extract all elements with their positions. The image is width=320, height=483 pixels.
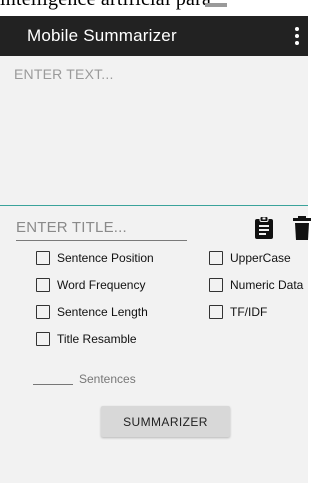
- numeric-data-checkbox[interactable]: [209, 278, 223, 292]
- app-bar: Mobile Summarizer: [0, 16, 308, 56]
- uppercase-checkbox[interactable]: [209, 251, 223, 265]
- sentence-position-checkbox[interactable]: [36, 251, 50, 265]
- uppercase-label: UpperCase: [230, 251, 291, 265]
- uppercase-option[interactable]: UpperCase: [209, 249, 291, 267]
- tf-idf-label: TF/IDF: [230, 305, 268, 319]
- word-frequency-option[interactable]: Word Frequency: [36, 276, 145, 294]
- sentence-length-option[interactable]: Sentence Length: [36, 303, 148, 321]
- tf-idf-checkbox[interactable]: [209, 305, 223, 319]
- numeric-data-option[interactable]: Numeric Data: [209, 276, 303, 294]
- summarize-button[interactable]: SUMMARIZER: [101, 406, 230, 437]
- app-title: Mobile Summarizer: [27, 26, 177, 45]
- numeric-data-label: Numeric Data: [230, 278, 304, 292]
- title-input[interactable]: [16, 214, 187, 241]
- title-resamble-label: Title Resamble: [57, 332, 137, 346]
- title-resamble-option[interactable]: Title Resamble: [36, 330, 137, 348]
- text-input[interactable]: [0, 56, 308, 206]
- sentence-length-label: Sentence Length: [57, 305, 148, 319]
- more-vert-icon[interactable]: [292, 27, 302, 45]
- title-resamble-checkbox[interactable]: [36, 332, 50, 346]
- top-strip: intelligence artificial para: [0, 0, 308, 16]
- sentences-label: Sentences: [79, 372, 136, 386]
- sentence-length-checkbox[interactable]: [36, 305, 50, 319]
- trash-icon[interactable]: [293, 216, 311, 240]
- main-content: Sentence Position Word Frequency Sentenc…: [0, 56, 311, 483]
- tf-idf-option[interactable]: TF/IDF: [209, 303, 267, 321]
- top-strip-mark: [205, 3, 227, 7]
- clipboard-icon[interactable]: [254, 216, 274, 240]
- sentence-position-option[interactable]: Sentence Position: [36, 249, 154, 267]
- sentences-count-field[interactable]: [33, 384, 73, 385]
- word-frequency-checkbox[interactable]: [36, 278, 50, 292]
- sentence-position-label: Sentence Position: [57, 251, 154, 265]
- word-frequency-label: Word Frequency: [57, 278, 146, 292]
- top-strip-text: intelligence artificial para: [0, 0, 211, 11]
